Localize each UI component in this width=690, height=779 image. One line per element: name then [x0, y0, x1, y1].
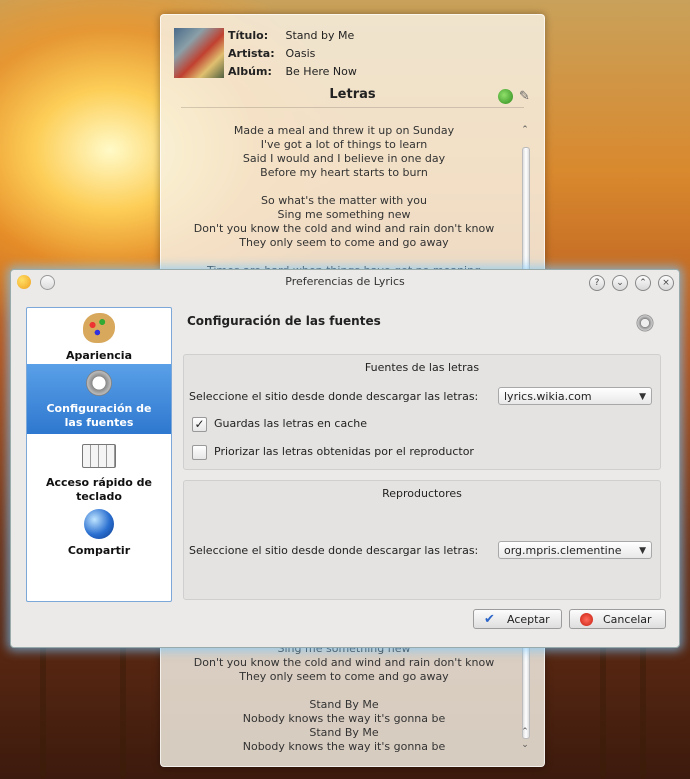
chevron-down-icon: ▼ — [639, 546, 646, 556]
players-group: Reproductores Seleccione el sitio desde … — [183, 480, 661, 600]
prioritize-checkbox[interactable] — [192, 445, 207, 460]
scroll-up-icon-bottom[interactable]: ⌃ — [519, 727, 531, 737]
player-select[interactable]: org.mpris.clementine ▼ — [498, 541, 652, 559]
sidebar-item-label: Configuración de las fuentes — [46, 402, 152, 429]
maximize-icon[interactable]: ⌃ — [635, 275, 651, 291]
album-value: Be Here Now — [285, 65, 357, 78]
page-title: Configuración de las fuentes — [187, 314, 381, 328]
lyrics-line — [161, 180, 527, 194]
title-label: Título: — [228, 29, 269, 42]
dialog-title: Preferencias de Lyrics — [285, 275, 405, 288]
album-row: Albúm: Be Here Now — [228, 65, 357, 78]
scroll-down-icon[interactable]: ⌄ — [519, 740, 531, 750]
ok-label: Aceptar — [507, 613, 550, 626]
lyrics-line: Nobody knows the way it's gonna be — [242, 740, 446, 753]
cache-label[interactable]: Guardas las letras en cache — [214, 417, 367, 430]
dialog-titlebar[interactable]: Preferencias de Lyrics — [11, 270, 679, 294]
lyrics-line: They only seem to come and go away — [239, 670, 449, 683]
lyrics-line — [161, 684, 527, 698]
artist-row: Artista: Oasis — [228, 47, 315, 60]
lyrics-line: Made a meal and threw it up on Sunday — [233, 124, 455, 137]
artist-value: Oasis — [285, 47, 316, 60]
lyrics-line: I've got a lot of things to learn — [260, 138, 428, 151]
title-value: Stand by Me — [285, 29, 355, 42]
wrench-icon[interactable]: ✎ — [517, 89, 532, 104]
album-cover — [174, 28, 224, 78]
lyrics-line: Don't you know the cold and wind and rai… — [193, 656, 495, 669]
sidebar-item-label: Apariencia — [65, 349, 132, 362]
group-title: Fuentes de las letras — [364, 361, 480, 374]
ok-button[interactable]: ✔ Aceptar — [473, 609, 562, 629]
sidebar-item-share[interactable]: Compartir — [27, 509, 171, 559]
cancel-button[interactable]: Cancelar — [569, 609, 666, 629]
player-site-label: Seleccione el sitio desde donde descarga… — [189, 544, 479, 557]
app-icon[interactable] — [17, 275, 31, 289]
cancel-icon — [580, 613, 593, 626]
lyrics-line — [161, 250, 527, 264]
sidebar-item-appearance[interactable]: Apariencia — [27, 313, 171, 363]
lyrics-text-top: Made a meal and threw it up on Sunday I'v… — [161, 124, 527, 278]
cache-checkbox[interactable]: ✓ — [192, 417, 207, 432]
artist-label: Artista: — [228, 47, 275, 60]
sidebar: Apariencia Configuración de las fuentes … — [26, 307, 172, 602]
refresh-icon[interactable] — [498, 89, 513, 104]
chevron-down-icon: ▼ — [639, 392, 646, 402]
lyrics-line: Stand By Me — [309, 726, 379, 739]
group-title: Reproductores — [382, 487, 462, 500]
title-row: Título: Stand by Me — [228, 29, 354, 42]
lyrics-heading: Letras — [329, 87, 376, 102]
lyrics-line: Don't you know the cold and wind and rai… — [193, 222, 495, 235]
lyrics-line: Before my heart starts to burn — [260, 166, 428, 179]
keyboard-icon — [82, 444, 116, 468]
sidebar-item-sources[interactable]: Configuración de las fuentes — [27, 364, 171, 434]
lyrics-line: Nobody knows the way it's gonna be — [242, 712, 446, 725]
site-label: Seleccione el sitio desde donde descarga… — [189, 390, 479, 403]
lyrics-line: So what's the matter with you — [261, 194, 427, 207]
prioritize-label[interactable]: Priorizar las letras obtenidas por el re… — [214, 445, 474, 458]
palette-icon — [83, 313, 115, 343]
lyrics-sources-group: Fuentes de las letras Seleccione el siti… — [183, 354, 661, 470]
globe-icon — [84, 509, 114, 539]
site-select-value: lyrics.wikia.com — [504, 390, 592, 403]
heading-divider — [181, 107, 524, 108]
close-icon[interactable]: × — [658, 275, 674, 291]
scroll-up-icon[interactable]: ⌃ — [519, 125, 531, 135]
sidebar-item-label: Compartir — [67, 544, 131, 557]
site-select[interactable]: lyrics.wikia.com ▼ — [498, 387, 652, 405]
sidebar-item-shortcuts[interactable]: Acceso rápido de teclado — [27, 440, 171, 503]
checkmark-icon: ✔ — [484, 612, 495, 627]
settings-gear-icon — [635, 313, 655, 333]
preferences-dialog: Preferencias de Lyrics ? ⌄ ⌃ × Aparienci… — [10, 269, 680, 648]
lyrics-line: Sing me something new — [277, 208, 411, 221]
help-icon[interactable]: ? — [589, 275, 605, 291]
player-select-value: org.mpris.clementine — [504, 544, 622, 557]
pin-icon[interactable] — [40, 275, 55, 290]
lyrics-line: They only seem to come and go away — [239, 236, 449, 249]
lyrics-line: Stand By Me — [309, 698, 379, 711]
cancel-label: Cancelar — [603, 613, 652, 626]
lyrics-line: Said I would and I believe in one day — [242, 152, 446, 165]
gear-icon — [84, 368, 114, 398]
sidebar-item-label: Acceso rápido de teclado — [45, 476, 153, 503]
minimize-icon[interactable]: ⌄ — [612, 275, 628, 291]
lyrics-text-bottom: Sing me something new Don't you know the … — [161, 642, 527, 754]
album-label: Albúm: — [228, 65, 272, 78]
